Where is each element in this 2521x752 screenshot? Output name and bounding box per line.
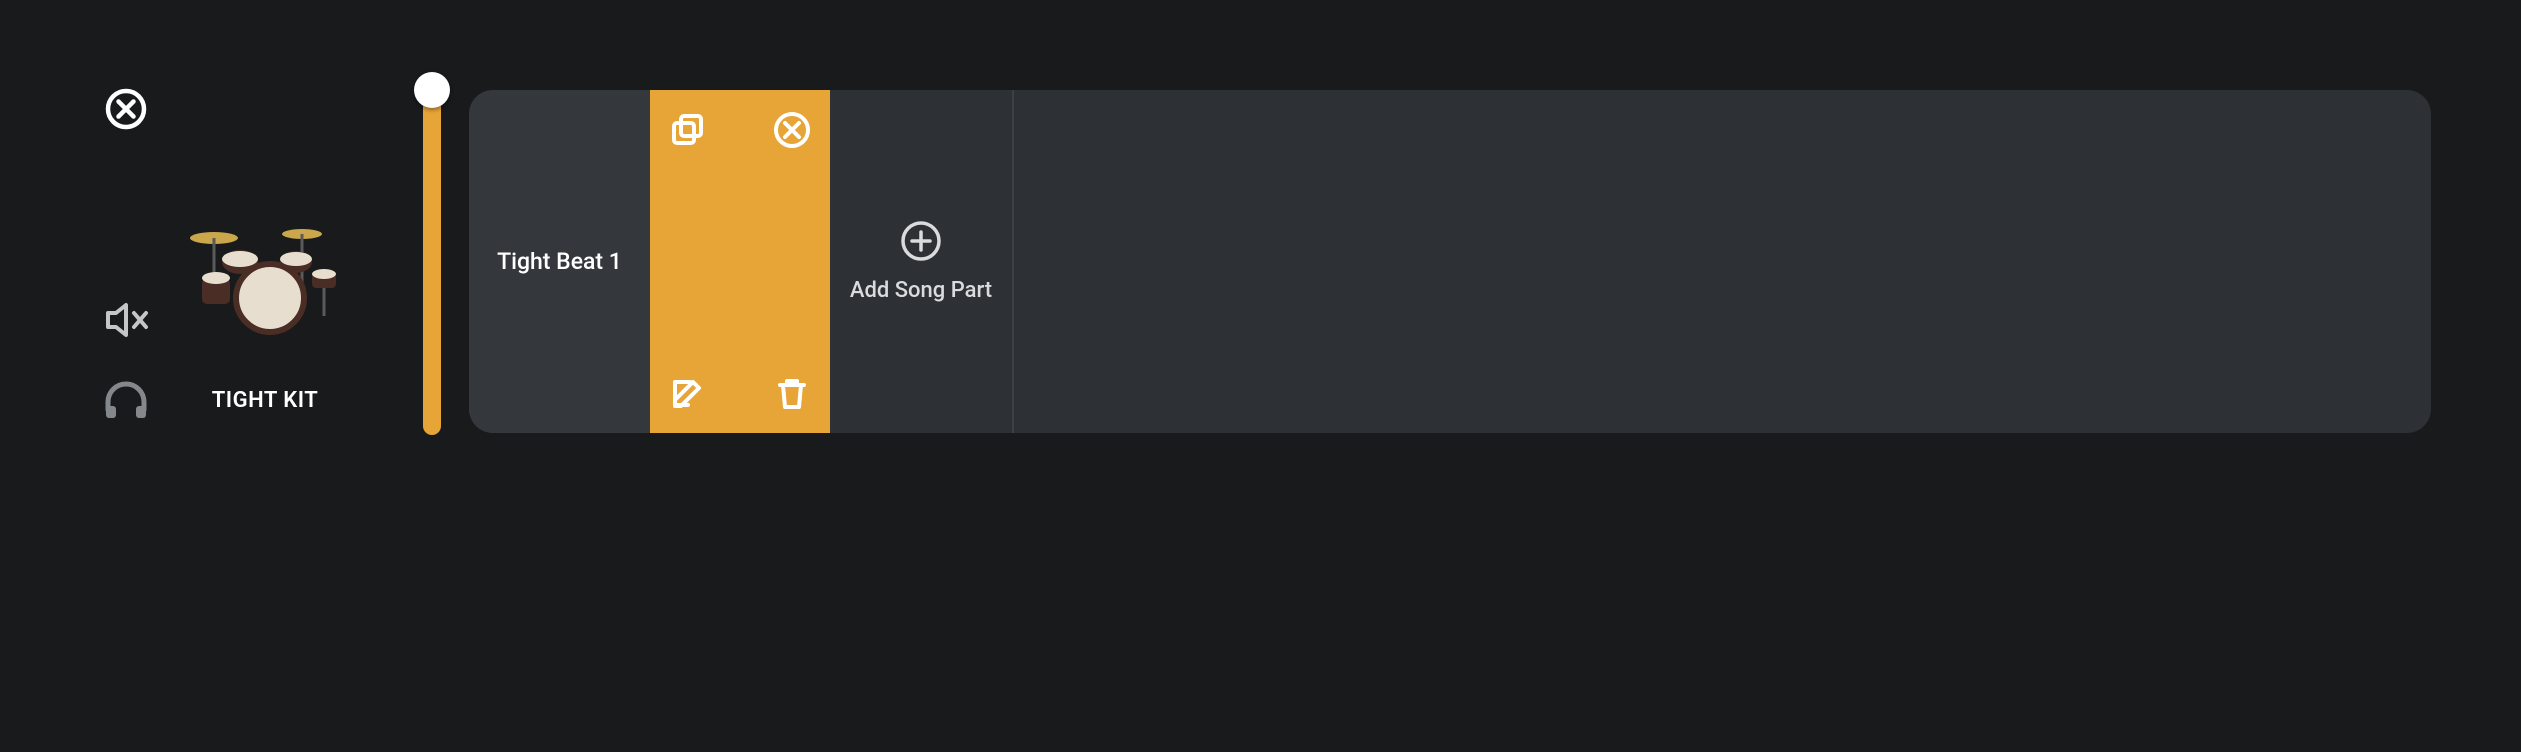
volume-slider-thumb[interactable] [414,72,450,108]
speaker-muted-icon [104,300,150,340]
song-part-cell[interactable]: Tight Beat 1 [469,90,650,433]
duplicate-icon [668,110,708,150]
edit-icon [668,373,708,413]
add-song-part-label: Add Song Part [850,278,992,303]
song-part-actions-panel [650,90,830,433]
duplicate-part-button[interactable] [668,110,740,262]
monitor-button[interactable] [102,380,150,420]
instrument-name-label: TIGHT KIT [185,388,345,413]
song-part-label: Tight Beat 1 [497,248,622,275]
headphones-icon [102,380,150,420]
track-lane: Tight Beat 1 [469,90,2431,433]
remove-circle-icon [772,110,812,150]
lane-divider [1012,90,1014,433]
instrument-thumbnail[interactable] [184,216,344,336]
mute-button[interactable] [104,300,150,340]
clear-part-button[interactable] [740,110,812,262]
edit-part-button[interactable] [668,262,740,414]
add-song-part-button[interactable]: Add Song Part [830,90,1012,433]
drum-kit-icon [184,216,344,336]
trash-icon [772,373,812,413]
close-track-button[interactable] [105,88,147,130]
delete-part-button[interactable] [740,262,812,414]
volume-slider-track[interactable] [423,90,441,435]
plus-circle-icon [900,220,942,262]
close-icon [105,88,147,130]
